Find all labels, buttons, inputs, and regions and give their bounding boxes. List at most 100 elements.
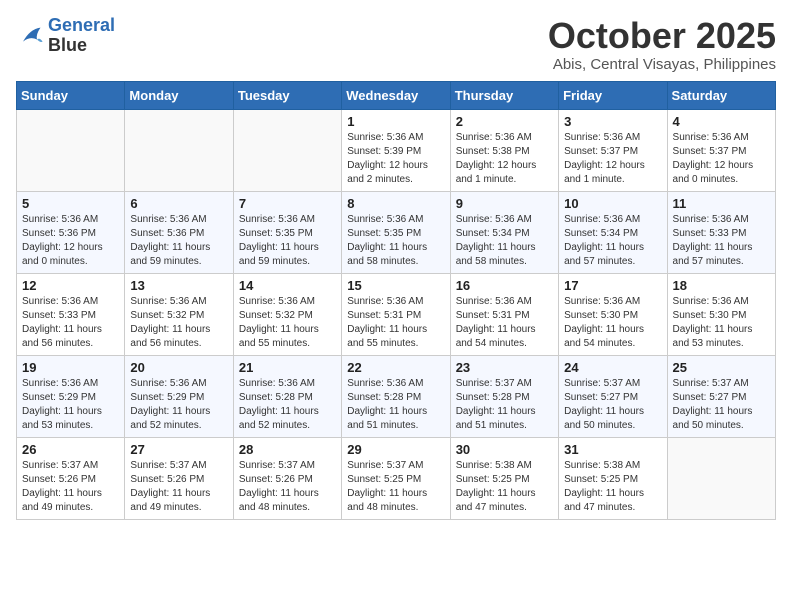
logo-text: General Blue — [48, 16, 115, 56]
calendar-cell: 25Sunrise: 5:37 AMSunset: 5:27 PMDayligh… — [667, 355, 775, 437]
weekday-header: Sunday — [17, 81, 125, 109]
calendar-cell: 11 Sunrise: 5:36 AMSunset: 5:33 PMDayligh… — [667, 191, 775, 273]
day-info: Sunrise: 5:36 AMSunset: 5:30 PMDaylight:… — [564, 295, 661, 351]
calendar-cell: 12 Sunrise: 5:36 AMSunset: 5:33 PMDayligh… — [17, 273, 125, 355]
weekday-header: Friday — [559, 81, 667, 109]
day-number: 17 — [564, 278, 661, 293]
day-number: 2 — [456, 114, 553, 129]
calendar-cell — [17, 109, 125, 191]
day-number: 15 — [347, 278, 444, 293]
calendar-cell: 8 Sunrise: 5:36 AMSunset: 5:35 PMDaylight… — [342, 191, 450, 273]
calendar-week-row: 26Sunrise: 5:37 AMSunset: 5:26 PMDayligh… — [17, 437, 776, 519]
day-info: Sunrise: 5:36 AMSunset: 5:36 PMDaylight:… — [22, 213, 119, 269]
day-number: 4 — [673, 114, 770, 129]
day-info: Sunrise: 5:36 AMSunset: 5:38 PMDaylight:… — [456, 131, 553, 187]
day-info: Sunrise: 5:36 AMSunset: 5:32 PMDaylight:… — [239, 295, 336, 351]
day-info: Sunrise: 5:36 AMSunset: 5:33 PMDaylight:… — [673, 213, 770, 269]
day-number: 12 — [22, 278, 119, 293]
day-number: 7 — [239, 196, 336, 211]
day-number: 22 — [347, 360, 444, 375]
calendar-cell — [125, 109, 233, 191]
calendar-cell: 5 Sunrise: 5:36 AMSunset: 5:36 PMDaylight… — [17, 191, 125, 273]
weekday-header: Thursday — [450, 81, 558, 109]
day-number: 24 — [564, 360, 661, 375]
calendar-cell: 31 Sunrise: 5:38 AMSunset: 5:25 PMDayligh… — [559, 437, 667, 519]
calendar-cell: 28Sunrise: 5:37 AMSunset: 5:26 PMDayligh… — [233, 437, 341, 519]
calendar-cell: 21 Sunrise: 5:36 AMSunset: 5:28 PMDayligh… — [233, 355, 341, 437]
day-number: 9 — [456, 196, 553, 211]
day-info: Sunrise: 5:36 AMSunset: 5:37 PMDaylight:… — [564, 131, 661, 187]
day-number: 1 — [347, 114, 444, 129]
day-info: Sunrise: 5:36 AMSunset: 5:36 PMDaylight:… — [130, 213, 227, 269]
day-info: Sunrise: 5:38 AMSunset: 5:25 PMDaylight:… — [456, 459, 553, 515]
day-info: Sunrise: 5:36 AMSunset: 5:31 PMDaylight:… — [456, 295, 553, 351]
calendar-week-row: 1 Sunrise: 5:36 AMSunset: 5:39 PMDaylight… — [17, 109, 776, 191]
calendar-cell: 9 Sunrise: 5:36 AMSunset: 5:34 PMDaylight… — [450, 191, 558, 273]
day-info: Sunrise: 5:36 AMSunset: 5:30 PMDaylight:… — [673, 295, 770, 351]
day-number: 29 — [347, 442, 444, 457]
day-number: 18 — [673, 278, 770, 293]
day-number: 19 — [22, 360, 119, 375]
day-info: Sunrise: 5:36 AMSunset: 5:34 PMDaylight:… — [564, 213, 661, 269]
day-info: Sunrise: 5:36 AMSunset: 5:35 PMDaylight:… — [239, 213, 336, 269]
day-info: Sunrise: 5:36 AMSunset: 5:31 PMDaylight:… — [347, 295, 444, 351]
day-number: 3 — [564, 114, 661, 129]
calendar-cell: 10 Sunrise: 5:36 AMSunset: 5:34 PMDayligh… — [559, 191, 667, 273]
day-number: 23 — [456, 360, 553, 375]
logo: General Blue — [16, 16, 115, 56]
calendar-cell: 7 Sunrise: 5:36 AMSunset: 5:35 PMDaylight… — [233, 191, 341, 273]
day-number: 16 — [456, 278, 553, 293]
day-number: 6 — [130, 196, 227, 211]
calendar-cell: 20Sunrise: 5:36 AMSunset: 5:29 PMDayligh… — [125, 355, 233, 437]
day-info: Sunrise: 5:37 AMSunset: 5:28 PMDaylight:… — [456, 377, 553, 433]
weekday-header: Saturday — [667, 81, 775, 109]
day-info: Sunrise: 5:36 AMSunset: 5:39 PMDaylight:… — [347, 131, 444, 187]
day-info: Sunrise: 5:37 AMSunset: 5:27 PMDaylight:… — [673, 377, 770, 433]
calendar-week-row: 12 Sunrise: 5:36 AMSunset: 5:33 PMDayligh… — [17, 273, 776, 355]
day-info: Sunrise: 5:36 AMSunset: 5:29 PMDaylight:… — [130, 377, 227, 433]
calendar-cell: 26Sunrise: 5:37 AMSunset: 5:26 PMDayligh… — [17, 437, 125, 519]
calendar-cell: 1 Sunrise: 5:36 AMSunset: 5:39 PMDaylight… — [342, 109, 450, 191]
day-info: Sunrise: 5:37 AMSunset: 5:26 PMDaylight:… — [130, 459, 227, 515]
calendar-cell: 2 Sunrise: 5:36 AMSunset: 5:38 PMDaylight… — [450, 109, 558, 191]
day-number: 5 — [22, 196, 119, 211]
weekday-header: Wednesday — [342, 81, 450, 109]
day-info: Sunrise: 5:36 AMSunset: 5:33 PMDaylight:… — [22, 295, 119, 351]
page-header: General Blue October 2025 Abis, Central … — [16, 16, 776, 73]
day-number: 30 — [456, 442, 553, 457]
calendar-cell: 19Sunrise: 5:36 AMSunset: 5:29 PMDayligh… — [17, 355, 125, 437]
calendar-cell: 4Sunrise: 5:36 AMSunset: 5:37 PMDaylight… — [667, 109, 775, 191]
day-info: Sunrise: 5:36 AMSunset: 5:34 PMDaylight:… — [456, 213, 553, 269]
day-info: Sunrise: 5:36 AMSunset: 5:28 PMDaylight:… — [347, 377, 444, 433]
calendar-cell: 23 Sunrise: 5:37 AMSunset: 5:28 PMDayligh… — [450, 355, 558, 437]
calendar-cell — [233, 109, 341, 191]
day-info: Sunrise: 5:36 AMSunset: 5:35 PMDaylight:… — [347, 213, 444, 269]
calendar-week-row: 5 Sunrise: 5:36 AMSunset: 5:36 PMDaylight… — [17, 191, 776, 273]
day-number: 11 — [673, 196, 770, 211]
calendar-cell: 27Sunrise: 5:37 AMSunset: 5:26 PMDayligh… — [125, 437, 233, 519]
calendar-cell: 18 Sunrise: 5:36 AMSunset: 5:30 PMDayligh… — [667, 273, 775, 355]
logo-icon — [16, 22, 44, 50]
calendar-cell: 13Sunrise: 5:36 AMSunset: 5:32 PMDayligh… — [125, 273, 233, 355]
day-number: 8 — [347, 196, 444, 211]
calendar-cell — [667, 437, 775, 519]
calendar-table: SundayMondayTuesdayWednesdayThursdayFrid… — [16, 81, 776, 520]
day-number: 31 — [564, 442, 661, 457]
calendar-cell: 16 Sunrise: 5:36 AMSunset: 5:31 PMDayligh… — [450, 273, 558, 355]
day-number: 21 — [239, 360, 336, 375]
day-info: Sunrise: 5:37 AMSunset: 5:27 PMDaylight:… — [564, 377, 661, 433]
day-number: 14 — [239, 278, 336, 293]
day-number: 28 — [239, 442, 336, 457]
calendar-cell: 3 Sunrise: 5:36 AMSunset: 5:37 PMDaylight… — [559, 109, 667, 191]
calendar-cell: 6 Sunrise: 5:36 AMSunset: 5:36 PMDaylight… — [125, 191, 233, 273]
calendar-cell: 30 Sunrise: 5:38 AMSunset: 5:25 PMDayligh… — [450, 437, 558, 519]
day-number: 10 — [564, 196, 661, 211]
day-info: Sunrise: 5:38 AMSunset: 5:25 PMDaylight:… — [564, 459, 661, 515]
weekday-header: Tuesday — [233, 81, 341, 109]
day-info: Sunrise: 5:36 AMSunset: 5:28 PMDaylight:… — [239, 377, 336, 433]
location-title: Abis, Central Visayas, Philippines — [548, 56, 776, 73]
weekday-header: Monday — [125, 81, 233, 109]
calendar-cell: 24 Sunrise: 5:37 AMSunset: 5:27 PMDayligh… — [559, 355, 667, 437]
day-info: Sunrise: 5:37 AMSunset: 5:26 PMDaylight:… — [22, 459, 119, 515]
title-block: October 2025 Abis, Central Visayas, Phil… — [548, 16, 776, 73]
